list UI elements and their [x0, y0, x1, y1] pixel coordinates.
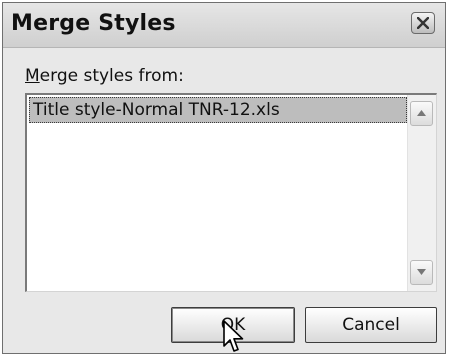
- chevron-down-icon: [417, 269, 426, 275]
- close-icon: [417, 17, 429, 29]
- label-accelerator: M: [25, 66, 40, 86]
- cancel-button[interactable]: Cancel: [305, 307, 437, 343]
- scroll-up-button[interactable]: [410, 101, 433, 126]
- label-text: erge styles from:: [39, 66, 184, 86]
- mouse-pointer-icon: [223, 320, 244, 352]
- close-button[interactable]: [411, 12, 435, 34]
- scroll-down-button[interactable]: [410, 260, 433, 285]
- dialog-title: Merge Styles: [11, 11, 176, 36]
- merge-styles-dialog: Merge Styles Merge styles from: Title st…: [2, 2, 446, 354]
- chevron-up-icon: [417, 110, 426, 116]
- merge-styles-from-label: Merge styles from:: [25, 66, 184, 86]
- vertical-scrollbar[interactable]: [407, 95, 436, 291]
- title-bar[interactable]: Merge Styles: [3, 3, 445, 48]
- workbook-listbox[interactable]: Title style-Normal TNR-12.xls: [25, 93, 437, 292]
- list-item[interactable]: Title style-Normal TNR-12.xls: [29, 97, 407, 123]
